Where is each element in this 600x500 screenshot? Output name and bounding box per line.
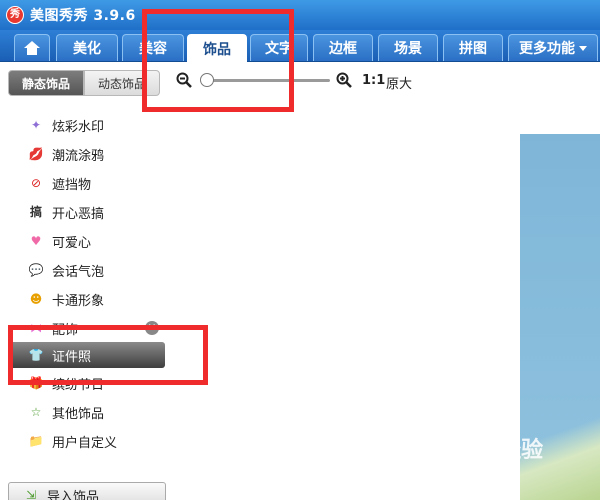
- category-item[interactable]: ⋈ 配饰 ×: [10, 315, 165, 341]
- zoom-slider-track[interactable]: [204, 79, 330, 82]
- category-item[interactable]: 💋 潮流涂鸦: [10, 141, 165, 167]
- main-tab-bar: 美化 美容 饰品 文字 边框 场景 拼图 更多功能: [0, 30, 600, 62]
- tab-home[interactable]: [14, 34, 50, 61]
- tab-scenes[interactable]: 场景: [378, 34, 438, 61]
- watermark-text: Bai经验: [460, 438, 544, 463]
- category-label: 会话气泡: [52, 264, 105, 280]
- zoom-ratio-label: 1:1: [362, 73, 386, 88]
- tab-frames[interactable]: 边框: [313, 34, 373, 61]
- tab-more-label: 更多功能: [519, 41, 575, 57]
- app-title: 美图秀秀 3.9.6: [30, 8, 136, 24]
- accessory-category-panel: 静态饰品 动态饰品 ✦ 炫彩水印 💋 潮流涂鸦 ⊘ 遮挡物 搞 开心恶搞 ♥ 可…: [0, 62, 170, 500]
- lips-icon: 💋: [28, 147, 44, 161]
- home-icon: [24, 41, 40, 55]
- speech-bubble-icon: 💬: [28, 263, 44, 277]
- heart-icon: ♥: [30, 234, 42, 248]
- category-label: 卡通形象: [52, 293, 105, 309]
- import-icon: ⇲: [25, 488, 37, 500]
- zoom-slider-handle[interactable]: [200, 73, 214, 87]
- tab-accessories[interactable]: 饰品: [187, 34, 247, 62]
- category-label: 炫彩水印: [52, 119, 105, 135]
- zoom-out-icon[interactable]: [176, 72, 192, 88]
- category-item[interactable]: 💬 会话气泡: [10, 257, 165, 283]
- category-label: 其他饰品: [52, 406, 105, 422]
- category-label: 缤纷节日: [52, 377, 105, 393]
- tab-makeup[interactable]: 美容: [122, 34, 184, 61]
- category-label: 遮挡物: [52, 177, 92, 193]
- category-label: 用户自定义: [52, 435, 118, 451]
- category-item[interactable]: 搞 开心恶搞: [10, 199, 165, 225]
- category-label: 证件照: [52, 349, 92, 365]
- folder-icon: 📁: [28, 434, 44, 448]
- category-item[interactable]: ⊘ 遮挡物: [10, 170, 165, 196]
- category-item[interactable]: 📁 用户自定义: [10, 428, 165, 454]
- gift-icon: 🎁: [28, 376, 44, 390]
- category-item-selected[interactable]: 👕 证件照: [10, 342, 165, 368]
- import-button-label: 导入饰品: [47, 489, 100, 500]
- tab-more-features[interactable]: 更多功能: [508, 34, 598, 61]
- category-item[interactable]: 🎁 缤纷节日: [10, 370, 165, 396]
- shirt-icon: 👕: [28, 348, 44, 362]
- close-icon[interactable]: ×: [145, 321, 159, 335]
- category-item[interactable]: ☻ 卡通形象: [10, 286, 165, 312]
- tab-collage[interactable]: 拼图: [443, 34, 503, 61]
- accessory-type-tabs: 静态饰品 动态饰品: [8, 70, 160, 96]
- category-label: 潮流涂鸦: [52, 148, 105, 164]
- category-item[interactable]: ✦ 炫彩水印: [10, 112, 165, 138]
- tab-beautify[interactable]: 美化: [56, 34, 118, 61]
- tab-text[interactable]: 文字: [250, 34, 308, 61]
- no-sign-icon: ⊘: [30, 176, 42, 190]
- zoom-in-icon[interactable]: [336, 72, 352, 88]
- category-label: 可爱心: [52, 235, 92, 251]
- app-logo-icon: 秀: [6, 6, 24, 24]
- category-label: 开心恶搞: [52, 206, 105, 222]
- zoom-toolbar: 1:1 原大: [170, 62, 600, 102]
- cartoon-face-icon: ☻: [29, 292, 43, 306]
- funny-text-icon: 搞: [29, 205, 42, 219]
- category-item[interactable]: ♥ 可爱心: [10, 228, 165, 254]
- import-accessory-button[interactable]: ⇲ 导入饰品: [8, 482, 166, 500]
- tab-dynamic-accessories[interactable]: 动态饰品: [84, 70, 160, 96]
- chevron-down-icon: [579, 45, 587, 51]
- star-icon: ☆: [30, 405, 42, 419]
- tab-static-accessories[interactable]: 静态饰品: [8, 70, 84, 96]
- canvas-area[interactable]: Bai经验: [170, 102, 600, 500]
- title-bar: 秀 美图秀秀 3.9.6: [0, 0, 600, 30]
- original-size-button[interactable]: 原大: [386, 73, 412, 92]
- sparkle-icon: ✦: [30, 118, 42, 132]
- bow-icon: ⋈: [30, 321, 42, 335]
- category-label: 配饰: [52, 322, 79, 338]
- category-item[interactable]: ☆ 其他饰品: [10, 399, 165, 425]
